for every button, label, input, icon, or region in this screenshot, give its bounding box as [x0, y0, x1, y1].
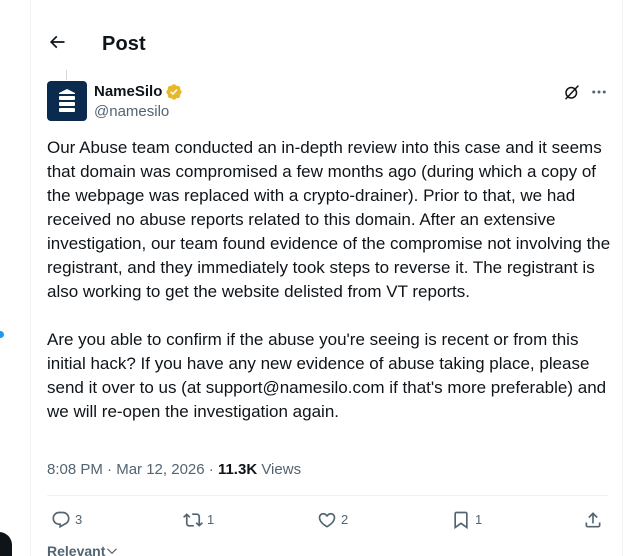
views-count[interactable]: 11.3K: [218, 461, 257, 478]
meta-separator: ·: [208, 461, 214, 478]
bookmark-icon: [451, 510, 471, 530]
grok-button[interactable]: [561, 81, 583, 103]
sidebar-account-button-edge[interactable]: [0, 532, 12, 556]
avatar[interactable]: [47, 81, 87, 121]
repost-icon: [183, 510, 203, 530]
column-border-right: [622, 0, 623, 556]
more-horizontal-icon: [590, 83, 608, 101]
post-meta: 8:08 PM · Mar 12, 2026 · 11.3K Views: [47, 461, 301, 479]
views-label: Views: [261, 461, 302, 478]
share-button[interactable]: [583, 509, 603, 531]
reply-icon: [51, 510, 71, 530]
post-date[interactable]: Mar 12, 2026: [116, 461, 204, 478]
verified-badge-icon[interactable]: [165, 83, 183, 101]
post-page: Post NameSilo @namesilo Our Abuse team c…: [0, 0, 640, 556]
more-options-button[interactable]: [588, 81, 610, 103]
reply-button[interactable]: 3: [51, 509, 82, 531]
reply-count: 3: [75, 512, 83, 527]
author-name[interactable]: NameSilo: [94, 83, 162, 101]
post-text: Our Abuse team conducted an in-depth rev…: [47, 136, 613, 424]
repost-button[interactable]: 1: [183, 509, 214, 531]
bookmark-count: 1: [475, 512, 483, 527]
meta-separator: ·: [107, 461, 113, 478]
post-paragraph: Our Abuse team conducted an in-depth rev…: [47, 138, 611, 301]
heart-icon: [317, 510, 337, 530]
back-button[interactable]: [43, 28, 71, 56]
like-count: 2: [341, 512, 349, 527]
author-handle[interactable]: @namesilo: [94, 103, 169, 121]
post-paragraph: Are you able to confirm if the abuse you…: [47, 330, 607, 421]
bookmark-button[interactable]: 1: [451, 509, 482, 531]
chevron-down-icon: [105, 544, 119, 556]
column-border-left: [30, 0, 31, 556]
post-time[interactable]: 8:08 PM: [47, 461, 103, 478]
arrow-left-icon: [47, 32, 67, 52]
notification-dot: [0, 331, 4, 338]
replies-sort-dropdown[interactable]: Relevant: [47, 543, 119, 556]
repost-count: 1: [207, 512, 215, 527]
sort-label: Relevant: [47, 543, 106, 556]
like-button[interactable]: 2: [317, 509, 348, 531]
database-logo-icon: [55, 87, 79, 115]
divider: [47, 495, 608, 496]
grok-icon: [563, 83, 581, 101]
share-icon: [583, 510, 603, 530]
thread-connector-line: [66, 70, 67, 80]
page-header: Post: [31, 18, 622, 70]
page-title: Post: [102, 33, 146, 55]
